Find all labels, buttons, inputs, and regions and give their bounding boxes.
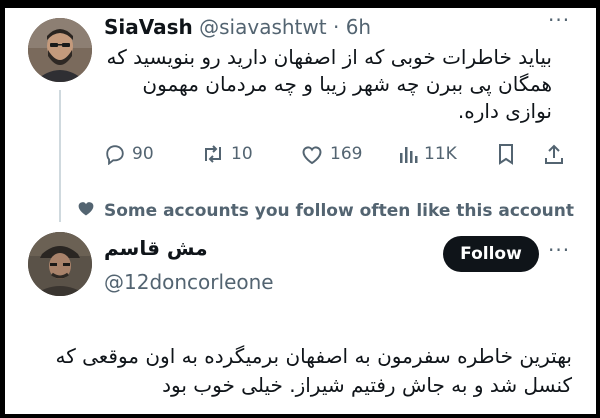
follow-button[interactable]: Follow: [443, 236, 539, 272]
tweet-author-handle[interactable]: @siavashtwt: [199, 15, 326, 39]
like-button[interactable]: 169: [300, 141, 362, 167]
reply-count: 90: [132, 144, 154, 164]
views-button[interactable]: 11K: [398, 141, 457, 167]
like-count: 169: [330, 144, 363, 164]
retweet-button[interactable]: 10: [201, 141, 253, 167]
reply-icon: [104, 143, 126, 165]
tweet-header: SiaVash @siavashtwt · 6h: [104, 15, 371, 39]
retweet-icon: [201, 143, 225, 165]
views-icon: [398, 143, 418, 165]
bookmark-button[interactable]: [497, 141, 515, 167]
suggested-account-handle[interactable]: @12doncorleone: [104, 270, 274, 294]
suggested-account-name[interactable]: مش قاسم: [104, 236, 208, 260]
share-button[interactable]: [544, 141, 564, 167]
share-icon: [544, 143, 564, 165]
heart-icon: [76, 199, 96, 222]
bookmark-icon: [497, 143, 515, 165]
reply-button[interactable]: 90: [104, 141, 154, 167]
retweet-count: 10: [231, 144, 253, 164]
reply-more-options-icon[interactable]: ···: [548, 238, 570, 262]
tweet-timestamp[interactable]: 6h: [346, 15, 371, 39]
image-frame-top: [0, 0, 600, 8]
recommendation-text: Some accounts you follow often like this…: [104, 200, 575, 221]
views-count: 11K: [424, 144, 457, 164]
reply-text: بهترین خاطره سفرمون به اصفهان برمیگرده ب…: [55, 344, 572, 397]
tweet-author-name[interactable]: SiaVash: [104, 15, 193, 39]
account-recommendation-note: Some accounts you follow often like this…: [76, 199, 574, 222]
tweet-text: بیاید خاطرات خوبی که از اصفهان دارید رو …: [106, 45, 552, 123]
header-separator: ·: [326, 15, 346, 39]
thread-connector-line: [59, 90, 61, 222]
tweet-author-avatar[interactable]: [28, 18, 92, 82]
image-frame-bottom: [0, 414, 600, 418]
tweet-more-options-icon[interactable]: ···: [548, 8, 570, 32]
image-frame-left: [0, 0, 5, 418]
like-icon: [300, 143, 324, 165]
image-frame-right: [596, 0, 600, 418]
suggested-account-avatar[interactable]: [28, 232, 92, 296]
